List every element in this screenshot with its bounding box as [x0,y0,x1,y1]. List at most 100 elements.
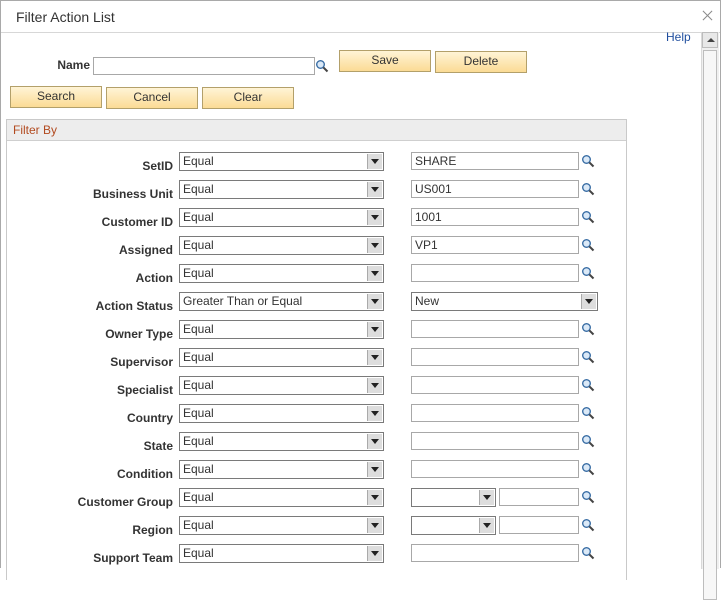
filter-value-input[interactable] [411,320,579,338]
filter-operator-value: Equal [183,546,214,560]
filter-operator-value: Greater Than or Equal [183,294,303,308]
filter-value-select[interactable]: New [411,292,598,311]
dialog-title: Filter Action List [16,9,115,25]
delete-button[interactable]: Delete [435,51,527,73]
filter-row-label: Condition [117,467,173,481]
magnifier-icon[interactable] [581,406,595,420]
magnifier-icon[interactable] [581,182,595,196]
dialog-titlebar: Filter Action List [1,1,720,33]
scrollbar-thumb[interactable] [703,50,717,600]
filter-operator-select[interactable]: Equal [179,544,384,563]
filter-row-label: Owner Type [105,327,173,341]
magnifier-icon[interactable] [315,59,329,73]
magnifier-icon[interactable] [581,210,595,224]
chevron-down-icon[interactable] [367,182,382,197]
filter-operator-value: Equal [183,238,214,252]
magnifier-icon[interactable] [581,350,595,364]
filter-row-label: Country [127,411,173,425]
filter-row-label: Region [132,523,173,537]
filter-by-header: Filter By [7,120,626,141]
chevron-down-icon[interactable] [367,462,382,477]
filter-row-label: Action [135,271,173,285]
cancel-button[interactable]: Cancel [106,87,198,109]
filter-value-input[interactable] [411,544,579,562]
filter-operator-select[interactable]: Equal [179,264,384,283]
filter-value-input[interactable] [411,208,579,226]
close-icon[interactable] [702,10,713,21]
chevron-down-icon[interactable] [367,434,382,449]
filter-operator-select[interactable]: Equal [179,404,384,423]
magnifier-icon[interactable] [581,238,595,252]
filter-operator-value: Equal [183,322,214,336]
filter-row-label: Customer ID [101,215,173,229]
chevron-down-icon[interactable] [367,490,382,505]
filter-value-input[interactable] [411,180,579,198]
chevron-down-icon[interactable] [367,294,382,309]
chevron-down-icon[interactable] [367,518,382,533]
chevron-down-icon[interactable] [367,350,382,365]
magnifier-icon[interactable] [581,434,595,448]
filter-value-input[interactable] [411,264,579,282]
filter-setid-select[interactable] [411,488,496,507]
clear-button[interactable]: Clear [202,87,294,109]
save-button[interactable]: Save [339,50,431,72]
magnifier-icon[interactable] [581,490,595,504]
filter-value-input[interactable] [411,460,579,478]
chevron-down-icon[interactable] [367,238,382,253]
filter-operator-value: Equal [183,266,214,280]
magnifier-icon[interactable] [581,378,595,392]
vertical-scrollbar[interactable] [701,32,719,600]
filter-row-label: Specialist [116,383,173,397]
chevron-down-icon[interactable] [581,294,596,309]
magnifier-icon[interactable] [581,462,595,476]
filter-value-input[interactable] [499,488,579,506]
filter-row-label: Support Team [93,551,173,565]
filter-operator-select[interactable]: Equal [179,516,384,535]
chevron-down-icon[interactable] [367,322,382,337]
magnifier-icon[interactable] [581,518,595,532]
filter-row-label: Action Status [95,299,173,313]
chevron-down-icon[interactable] [367,266,382,281]
filter-operator-value: Equal [183,406,214,420]
chevron-down-icon[interactable] [479,490,494,505]
filter-operator-select[interactable]: Equal [179,348,384,367]
filter-row-label: Assigned [118,243,173,257]
filter-operator-select[interactable]: Equal [179,236,384,255]
name-input[interactable] [93,57,315,75]
filter-value-input[interactable] [499,516,579,534]
filter-operator-select[interactable]: Equal [179,460,384,479]
filter-operator-select[interactable]: Greater Than or Equal [179,292,384,311]
filter-operator-select[interactable]: Equal [179,208,384,227]
chevron-down-icon[interactable] [367,406,382,421]
chevron-down-icon[interactable] [367,378,382,393]
filter-row-label: State [143,439,173,453]
help-link[interactable]: Help [666,30,691,44]
filter-value-input[interactable] [411,432,579,450]
filter-operator-value: Equal [183,518,214,532]
magnifier-icon[interactable] [581,266,595,280]
filter-operator-select[interactable]: Equal [179,152,384,171]
filter-operator-select[interactable]: Equal [179,488,384,507]
filter-operator-select[interactable]: Equal [179,320,384,339]
chevron-down-icon[interactable] [367,154,382,169]
filter-operator-select[interactable]: Equal [179,180,384,199]
scroll-up-button[interactable] [702,32,718,48]
chevron-down-icon[interactable] [367,546,382,561]
filter-value-input[interactable] [411,404,579,422]
filter-operator-select[interactable]: Equal [179,432,384,451]
chevron-down-icon[interactable] [479,518,494,533]
filter-operator-value: Equal [183,350,214,364]
filter-operator-select[interactable]: Equal [179,376,384,395]
filter-value-input[interactable] [411,236,579,254]
filter-setid-select[interactable] [411,516,496,535]
filter-operator-value: Equal [183,154,214,168]
chevron-down-icon[interactable] [367,210,382,225]
search-button[interactable]: Search [10,86,102,108]
name-label: Name [57,58,90,72]
magnifier-icon[interactable] [581,546,595,560]
filter-value-input[interactable] [411,376,579,394]
magnifier-icon[interactable] [581,154,595,168]
filter-value-input[interactable] [411,152,579,170]
filter-value-input[interactable] [411,348,579,366]
magnifier-icon[interactable] [581,322,595,336]
